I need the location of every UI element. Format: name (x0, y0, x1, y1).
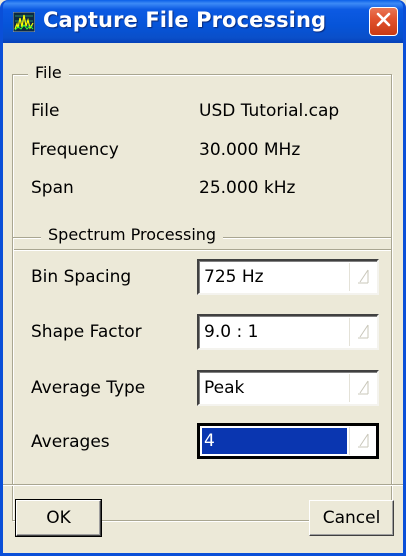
span-value: 25.000 kHz (199, 178, 296, 198)
averages-label: Averages (31, 432, 110, 452)
averages-dropdown-icon[interactable] (349, 427, 375, 455)
frequency-label: Frequency (31, 140, 119, 160)
close-icon (375, 11, 392, 32)
dialog-body: File File USD Tutorial.cap Frequency 30.… (3, 43, 403, 553)
average-type-label: Average Type (31, 378, 146, 398)
shape-factor-value: 9.0 : 1 (204, 322, 259, 342)
bin-spacing-value: 725 Hz (204, 267, 264, 287)
frequency-value: 30.000 MHz (199, 140, 301, 160)
close-button[interactable] (369, 7, 398, 36)
title-bar[interactable]: Capture File Processing (3, 0, 403, 43)
spectrum-processing-legend: Spectrum Processing (41, 225, 224, 244)
average-type-combo[interactable]: Peak (197, 370, 379, 406)
averages-selection-highlight (202, 428, 347, 454)
bin-spacing-label: Bin Spacing (31, 267, 132, 287)
cancel-button[interactable]: Cancel (309, 500, 394, 536)
average-type-value: Peak (204, 378, 245, 398)
average-type-dropdown-icon[interactable] (349, 374, 375, 402)
file-group-legend: File (28, 63, 69, 82)
file-label: File (31, 101, 60, 121)
span-label: Span (31, 178, 74, 198)
window-title: Capture File Processing (43, 8, 327, 32)
shape-factor-dropdown-icon[interactable] (349, 318, 375, 346)
averages-combo[interactable]: 4 (197, 423, 379, 459)
button-separator (3, 484, 403, 486)
averages-value: 4 (204, 431, 215, 451)
dialog-window: Capture File Processing File File USD Tu… (0, 0, 406, 556)
ok-button[interactable]: OK (15, 499, 102, 537)
bin-spacing-dropdown-icon[interactable] (349, 263, 375, 291)
file-value: USD Tutorial.cap (199, 101, 340, 121)
shape-factor-combo[interactable]: 9.0 : 1 (197, 314, 379, 350)
shape-factor-label: Shape Factor (31, 322, 142, 342)
spectrum-app-icon (12, 11, 36, 33)
bin-spacing-combo[interactable]: 725 Hz (197, 259, 379, 295)
